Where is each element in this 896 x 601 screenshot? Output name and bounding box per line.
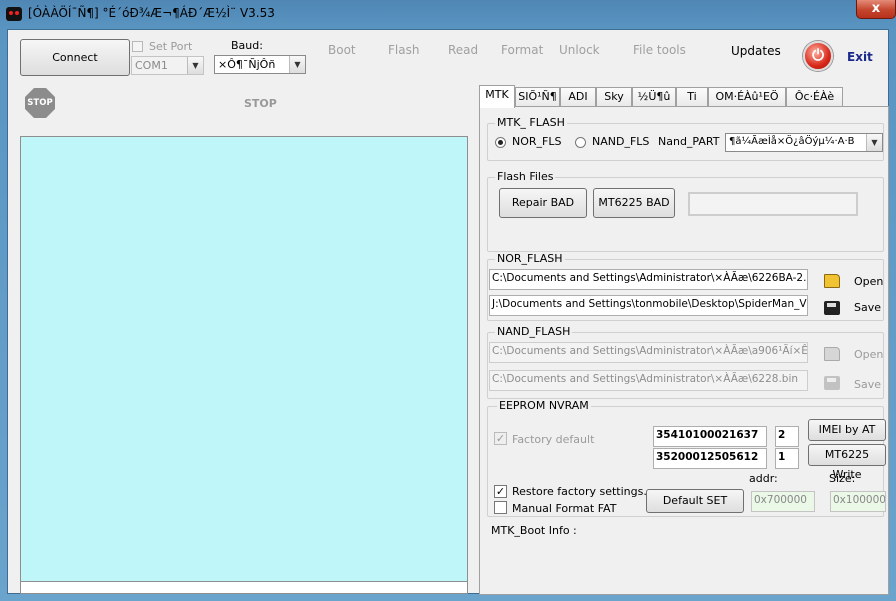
- nand-path-field[interactable]: C:\Documents and Settings\Administrator\…: [489, 342, 808, 363]
- tab-ti[interactable]: Ti: [676, 87, 708, 107]
- format-menu[interactable]: Format: [501, 43, 543, 57]
- restore-factory-label: Restore factory settings.: [512, 485, 647, 498]
- nand-part-label: Nand_PART: [658, 135, 720, 148]
- power-icon[interactable]: ⏻: [803, 41, 833, 71]
- imei1-field[interactable]: 35410100021637: [653, 426, 767, 447]
- chevron-down-icon: ▼: [866, 134, 882, 151]
- nand-flash-group: NAND_FLASH C:\Documents and Settings\Adm…: [487, 325, 884, 399]
- nor-path-field[interactable]: C:\Documents and Settings\Administrator\…: [489, 269, 808, 290]
- nand-radio[interactable]: [575, 137, 586, 148]
- imei-by-at-button[interactable]: IMEI by AT: [808, 419, 886, 441]
- close-button[interactable]: x: [856, 0, 896, 19]
- nand-flash-title: NAND_FLASH: [495, 325, 573, 338]
- set-port-label: Set Port: [149, 40, 193, 53]
- tab-jie[interactable]: ½Ü¶û: [632, 87, 676, 107]
- title-bar: [ÓÀÀÖÍ¯Ñ¶] °É´óÐ¾Æ¬¶ÁÐ´Æ½Ì¨ V3.53 x: [0, 0, 896, 30]
- updates-menu[interactable]: Updates: [731, 44, 781, 58]
- set-port-checkbox[interactable]: [132, 41, 143, 52]
- log-area: [20, 136, 468, 582]
- manual-format-checkbox[interactable]: [494, 501, 507, 514]
- restore-factory-checkbox[interactable]: ✓: [494, 485, 507, 498]
- tab-mtk[interactable]: MTK: [479, 85, 515, 108]
- mt6225-bad-button[interactable]: MT6225 BAD: [593, 188, 675, 218]
- com-port-select[interactable]: COM1 ▼: [131, 56, 204, 75]
- mtk-flash-title: MTK_ FLASH: [495, 116, 567, 129]
- baud-value: ×Ô¶¯ÑjÔñ: [218, 58, 276, 71]
- nor-radio[interactable]: [495, 137, 506, 148]
- chevron-down-icon: ▼: [289, 56, 305, 73]
- application-window: [ÓÀÀÖÍ¯Ñ¶] °É´óÐ¾Æ¬¶ÁÐ´Æ½Ì¨ V3.53 x Conn…: [0, 0, 896, 601]
- nor-open-button[interactable]: Open: [854, 275, 883, 288]
- addr-label: addr:: [749, 472, 778, 485]
- stop-label[interactable]: STOP: [244, 97, 277, 110]
- client-area: Connect Set Port COM1 ▼ Baud: ×Ô¶¯ÑjÔñ ▼…: [7, 29, 889, 595]
- factory-default-checkbox[interactable]: ✓: [494, 432, 507, 445]
- nand-label: NAND_FLS: [592, 135, 650, 148]
- mtk-flash-group: MTK_ FLASH NOR_FLS NAND_FLS Nand_PART ¶ã…: [487, 116, 884, 161]
- boot-menu[interactable]: Boot: [328, 43, 356, 57]
- eeprom-title: EEPROM NVRAM: [497, 399, 591, 412]
- nor-flash-group: NOR_FLASH C:\Documents and Settings\Admi…: [487, 252, 884, 321]
- nand-save-path-field[interactable]: C:\Documents and Settings\Administrator\…: [489, 370, 808, 391]
- nand-open-button[interactable]: Open: [854, 348, 883, 361]
- exit-button[interactable]: Exit: [847, 50, 873, 64]
- baud-label: Baud:: [231, 39, 263, 52]
- nor-flash-title: NOR_FLASH: [495, 252, 565, 265]
- tab-om[interactable]: OM·ÉÀû¹EÖ: [708, 87, 786, 107]
- tab-adi[interactable]: ADI: [560, 87, 596, 107]
- open-folder-icon[interactable]: [824, 347, 840, 361]
- mtk-tab-page: MTK_ FLASH NOR_FLS NAND_FLS Nand_PART ¶ã…: [479, 106, 889, 595]
- file-tools-menu[interactable]: File tools: [633, 43, 686, 57]
- open-folder-icon[interactable]: [824, 274, 840, 288]
- size-label: Size:: [829, 472, 856, 485]
- manual-format-label: Manual Format FAT: [512, 502, 617, 515]
- nor-save-button[interactable]: Save: [854, 301, 881, 314]
- flash-files-group: Flash Files Repair BAD MT6225 BAD: [487, 170, 884, 252]
- eeprom-group: EEPROM NVRAM ✓ Factory default 354101000…: [487, 399, 886, 517]
- stop-icon[interactable]: STOP: [25, 88, 55, 118]
- default-set-button[interactable]: Default SET: [646, 489, 744, 513]
- baud-select[interactable]: ×Ô¶¯ÑjÔñ ▼: [214, 55, 306, 74]
- chevron-down-icon: ▼: [187, 57, 203, 74]
- tab-feili[interactable]: Ôc·ÉÀè: [786, 87, 843, 107]
- mtk-boot-info-label: MTK_Boot Info :: [491, 524, 577, 537]
- tab-sky[interactable]: Sky: [596, 87, 632, 107]
- save-disk-icon[interactable]: [824, 301, 840, 315]
- window-title: [ÓÀÀÖÍ¯Ñ¶] °É´óÐ¾Æ¬¶ÁÐ´Æ½Ì¨ V3.53: [28, 6, 275, 20]
- factory-default-label: Factory default: [512, 433, 595, 446]
- nor-save-path-field[interactable]: J:\Documents and Settings\tonmobile\Desk…: [489, 295, 808, 316]
- status-bar: [20, 582, 468, 594]
- flash-menu[interactable]: Flash: [388, 43, 419, 57]
- nor-label: NOR_FLS: [512, 135, 562, 148]
- nand-part-value: ¶ã¼ÃæÌå×Ö¿âÖýµ¼·A·B: [729, 136, 855, 147]
- read-menu[interactable]: Read: [448, 43, 478, 57]
- connect-button[interactable]: Connect: [20, 39, 130, 76]
- tab-si[interactable]: SIÕ¹Ñ¶: [515, 87, 560, 107]
- repair-bad-button[interactable]: Repair BAD: [499, 188, 587, 218]
- imei2-field[interactable]: 35200012505612: [653, 448, 767, 469]
- flash-files-text[interactable]: [688, 192, 858, 216]
- unlock-menu[interactable]: Unlock: [559, 43, 600, 57]
- com-port-value: COM1: [135, 59, 168, 72]
- mt6225-write-button[interactable]: MT6225 Write: [808, 444, 886, 481]
- save-disk-icon[interactable]: [824, 376, 840, 390]
- addr-field[interactable]: 0x700000: [751, 491, 815, 512]
- nand-part-select[interactable]: ¶ã¼ÃæÌå×Ö¿âÖýµ¼·A·B ▼: [725, 133, 883, 152]
- imei1-slot-field[interactable]: 2: [775, 426, 799, 447]
- size-field[interactable]: 0x100000: [830, 491, 886, 512]
- app-icon: [6, 7, 22, 21]
- nand-save-button[interactable]: Save: [854, 378, 881, 391]
- imei2-slot-field[interactable]: 1: [775, 448, 799, 469]
- flash-files-title: Flash Files: [495, 170, 556, 183]
